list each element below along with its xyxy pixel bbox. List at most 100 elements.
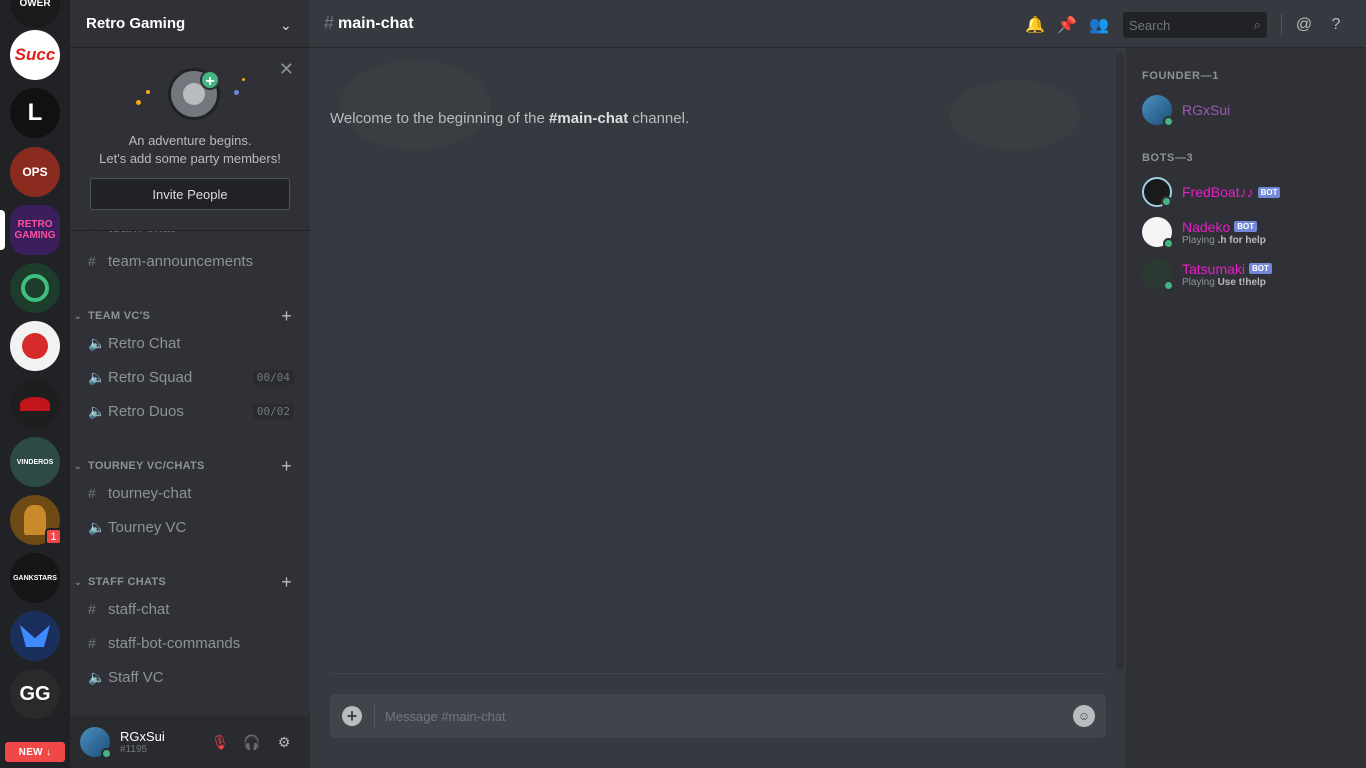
channel-tourney-vc[interactable]: 🔈 Tourney VC [78, 512, 302, 542]
header-toolbar: 🔔 📌 👥 Search ⌕ @ ? [1019, 12, 1352, 38]
server-icon-blue-wolf[interactable] [10, 611, 60, 661]
channel-sidebar: Retro Gaming ⌄ ✕ + An adventure begins. … [70, 0, 310, 768]
server-icon-ops[interactable]: OPS [10, 147, 60, 197]
mute-microphone-icon[interactable]: 🎙 [204, 734, 236, 751]
server-icon-red-bull[interactable] [10, 321, 60, 371]
guild-name: Retro Gaming [86, 15, 186, 32]
locked-hash-icon: # [88, 485, 96, 501]
role-header-founder: FOUNDER—1 [1142, 70, 1219, 82]
server-icon-green-spiral[interactable] [10, 263, 60, 313]
search-input[interactable]: Search ⌕ [1123, 12, 1267, 38]
server-icon-retro-gaming[interactable]: RETRO GAMING [10, 205, 60, 255]
emoji-button[interactable]: ☺ [1062, 705, 1106, 727]
invite-message: An adventure begins. Let's add some part… [99, 133, 281, 166]
bell-icon[interactable]: 🔔 [1019, 15, 1051, 35]
online-status-icon [101, 748, 112, 759]
plus-icon: + [200, 70, 220, 90]
add-channel-icon[interactable]: + [281, 572, 292, 593]
add-channel-icon[interactable]: + [281, 306, 292, 327]
new-unreads-button[interactable]: NEW ↓ [5, 742, 65, 762]
locked-hash-icon: # [88, 635, 96, 651]
user-limit-count: 00/02 [252, 403, 294, 419]
channel-staff-vc[interactable]: 🔈 Staff VC [78, 662, 302, 692]
channel-retro-duos[interactable]: 🔈 Retro Duos 00/02 [78, 396, 302, 426]
category-team-vcs[interactable]: ⌄ TEAM VC'S + [74, 306, 304, 326]
member-item[interactable]: FredBoat♪♪ BOT [1142, 174, 1362, 210]
members-icon[interactable]: 👥 [1083, 15, 1115, 35]
member-name: RGxSui [1182, 102, 1231, 118]
server-icon-vinderos[interactable]: VINDEROS [10, 437, 60, 487]
pin-icon[interactable]: 📌 [1051, 15, 1083, 35]
avatar [1142, 217, 1174, 249]
channel-staff-bot-commands[interactable]: # staff-bot-commands [78, 628, 302, 658]
invite-people-button[interactable]: Invite People [90, 178, 290, 210]
plus-circle-icon: + [342, 706, 362, 726]
category-tourney[interactable]: ⌄ TOURNEY VC/CHATS + [74, 456, 304, 476]
channel-header: # main-chat 🔔 📌 👥 Search ⌕ @ ? [310, 0, 1366, 48]
chat-area: # main-chat 🔔 📌 👥 Search ⌕ @ ? Welcome t… [310, 0, 1366, 768]
search-icon: ⌕ [1253, 17, 1261, 32]
message-input[interactable] [375, 708, 1062, 724]
emoji-icon: ☺ [1073, 705, 1095, 727]
server-icon-l[interactable]: L [10, 88, 60, 138]
composer-divider [330, 673, 1106, 674]
chevron-down-icon: ⌄ [280, 16, 292, 33]
server-icon-gankstars[interactable]: GANKSTARS [10, 553, 60, 603]
arrow-down-icon: ↓ [46, 746, 52, 758]
locked-speaker-icon: 🔈 [88, 518, 106, 535]
locked-speaker-icon: 🔈 [88, 402, 106, 419]
user-discriminator: #1195 [120, 744, 148, 755]
username: RGxSui [120, 729, 165, 744]
scrollbar[interactable] [1116, 54, 1124, 670]
channel-title: main-chat [338, 14, 414, 32]
server-icon-gg[interactable]: GG [10, 669, 60, 719]
channel-staff-chat[interactable]: # staff-chat [78, 594, 302, 624]
sparkle-icon [234, 90, 239, 95]
member-name: Nadeko [1182, 218, 1231, 235]
user-limit-count: 00/04 [252, 369, 294, 385]
chevron-down-icon: ⌄ [74, 460, 82, 471]
member-list: FOUNDER—1 RGxSui BOTS—3 FredBoat♪♪ BOT Na… [1126, 48, 1366, 768]
member-item[interactable]: Nadeko BOT Playing .h for help [1142, 214, 1362, 250]
mention-icon[interactable]: @ [1288, 16, 1320, 34]
message-composer: + ☺ [330, 694, 1106, 738]
server-icon-red-dragon[interactable] [10, 379, 60, 429]
member-item[interactable]: Tatsumaki BOT Playing Use t!help [1142, 256, 1362, 292]
member-activity: Playing .h for help [1182, 234, 1266, 246]
guild-header[interactable]: Retro Gaming ⌄ [70, 0, 310, 48]
server-icon-ower[interactable]: OWER [10, 0, 60, 28]
channel-tourney-chat[interactable]: # tourney-chat [78, 478, 302, 508]
member-name: FredBoat♪♪ [1182, 184, 1254, 200]
member-activity: Playing Use t!help [1182, 276, 1266, 288]
gear-icon[interactable]: ⚙ [268, 734, 300, 751]
channel-list: #team-chat #team-announcements ⌄TEAM VC'… [70, 210, 310, 716]
online-status-icon [1163, 116, 1174, 127]
bot-badge: BOT [1257, 186, 1281, 198]
channel-retro-chat[interactable]: 🔈 Retro Chat [78, 328, 302, 358]
online-status-icon [1161, 196, 1172, 207]
chevron-down-icon: ⌄ [74, 576, 82, 587]
headphones-icon[interactable]: 🎧 [236, 734, 268, 751]
server-icon-succ[interactable]: Succ [10, 30, 60, 80]
channel-team-announcements[interactable]: # team-announcements [78, 246, 302, 276]
role-header-bots: BOTS—3 [1142, 152, 1194, 164]
category-staff-chats[interactable]: ⌄ STAFF CHATS + [74, 572, 304, 592]
chevron-down-icon: ⌄ [74, 310, 82, 321]
user-panel: RGxSui #1195 🎙 🎧 ⚙ [70, 716, 310, 768]
watermark-decoration [340, 60, 490, 150]
close-icon[interactable]: ✕ [279, 60, 294, 78]
add-channel-icon[interactable]: + [281, 456, 292, 477]
avatar [1142, 95, 1174, 127]
channel-retro-squad[interactable]: 🔈 Retro Squad 00/04 [78, 362, 302, 392]
watermark-decoration [950, 80, 1080, 150]
welcome-message: Welcome to the beginning of the #main-ch… [330, 110, 690, 127]
locked-speaker-icon: 🔈 [88, 368, 106, 385]
server-rail: OWER Succ L OPS RETRO GAMING VINDEROS 1 … [0, 0, 70, 768]
active-server-indicator [0, 210, 5, 250]
avatar[interactable] [80, 727, 112, 759]
mention-badge: 1 [45, 528, 62, 545]
help-icon[interactable]: ? [1320, 16, 1352, 34]
upload-button[interactable]: + [330, 706, 374, 726]
member-item[interactable]: RGxSui [1142, 92, 1362, 128]
locked-speaker-icon: 🔈 [88, 334, 106, 351]
